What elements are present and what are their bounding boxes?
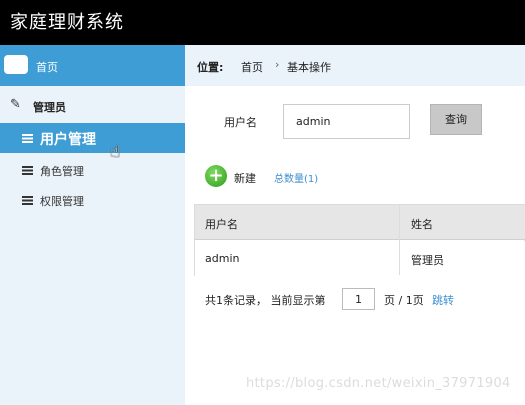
app-title: 家庭理财系统 xyxy=(10,12,124,33)
pager-total-pages: 页 / 1页 xyxy=(384,294,424,307)
user-table: 用户名 姓名 admin 管理员 xyxy=(194,204,525,276)
sidebar-item-user-management[interactable]: 用户管理 xyxy=(0,123,185,153)
sidebar-item-label: 权限管理 xyxy=(40,195,84,208)
breadcrumb: 位置: 首页 › 基本操作 xyxy=(185,45,525,86)
query-button[interactable]: 查询 xyxy=(430,104,482,135)
sidebar-section-label: 管理员 xyxy=(33,101,66,114)
username-input[interactable] xyxy=(283,104,410,139)
jump-link[interactable]: 跳转 xyxy=(432,292,454,308)
list-icon xyxy=(22,196,33,205)
breadcrumb-separator: › xyxy=(275,58,280,71)
sidebar-item-permission-management[interactable]: 权限管理 xyxy=(0,185,185,215)
list-icon xyxy=(22,166,33,175)
cloud-icon xyxy=(4,55,28,74)
sidebar-home-label: 首页 xyxy=(36,61,58,74)
column-header-username: 用户名 xyxy=(205,218,238,231)
username-label: 用户名 xyxy=(224,116,257,129)
breadcrumb-current: 基本操作 xyxy=(287,61,331,74)
breadcrumb-home-link[interactable]: 首页 xyxy=(241,59,263,75)
cell-name: 管理员 xyxy=(411,254,444,267)
column-header-name: 姓名 xyxy=(411,218,433,231)
hand-cursor-icon: ☝ xyxy=(110,142,121,162)
sidebar-item-role-management[interactable]: 角色管理 xyxy=(0,155,185,185)
cell-username: admin xyxy=(205,252,240,265)
total-count-label: 总数量(1) xyxy=(274,174,319,185)
table-row[interactable]: admin 管理员 xyxy=(195,241,525,276)
add-button-label[interactable]: 新建 xyxy=(234,170,256,186)
sidebar: 首页 ✎ 管理员 用户管理 角色管理 权限管理 xyxy=(0,45,185,405)
edit-icon: ✎ xyxy=(10,97,21,112)
page-number-input[interactable] xyxy=(342,288,375,310)
list-icon xyxy=(22,134,33,143)
add-icon[interactable]: + xyxy=(205,165,227,187)
sidebar-item-label: 角色管理 xyxy=(40,165,84,178)
table-header: 用户名 姓名 xyxy=(195,205,525,240)
sidebar-item-home[interactable]: 首页 xyxy=(0,45,185,86)
watermark: https://blog.csdn.net/weixin_37971904 xyxy=(246,376,511,391)
sidebar-section-admin[interactable]: ✎ 管理员 xyxy=(0,91,185,119)
breadcrumb-label: 位置: xyxy=(197,61,224,74)
pager-summary: 共1条记录， 当前显示第 xyxy=(205,294,326,307)
top-bar: 家庭理财系统 xyxy=(0,0,525,45)
column-divider xyxy=(399,205,400,275)
sidebar-item-label: 用户管理 xyxy=(40,132,96,148)
